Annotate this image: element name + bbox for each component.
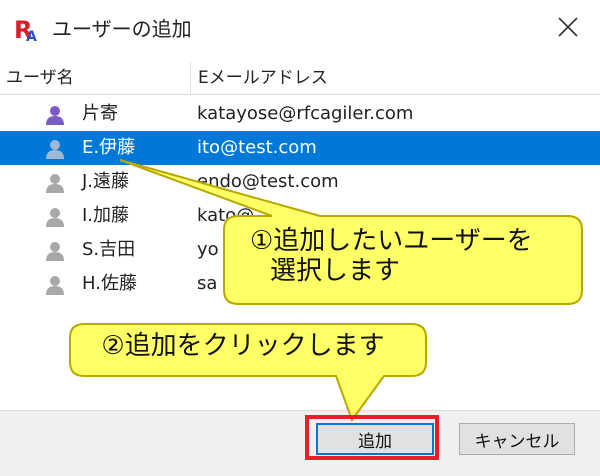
list-header: ユーザ名 Eメールアドレス xyxy=(0,62,600,95)
user-icon xyxy=(46,174,64,193)
user-email: katayose@rfcagiler.com xyxy=(197,103,414,124)
user-name: S.吉田 xyxy=(82,239,136,260)
svg-text:A: A xyxy=(26,29,37,42)
app-logo-icon: R A xyxy=(14,16,37,42)
user-icon xyxy=(46,140,64,159)
user-icon xyxy=(46,276,64,295)
user-name: J.遠藤 xyxy=(82,171,130,192)
column-header-name[interactable]: ユーザ名 xyxy=(6,62,190,94)
list-item[interactable]: 片寄 katayose@rfcagiler.com xyxy=(0,97,600,131)
user-icon xyxy=(46,242,64,261)
user-name: I.加藤 xyxy=(82,205,130,226)
column-divider[interactable] xyxy=(190,62,191,94)
list-item[interactable]: E.伊藤 ito@test.com xyxy=(0,131,600,165)
user-email: sa xyxy=(197,273,218,294)
user-email: yo xyxy=(197,239,219,260)
callout-text-1-line1: ①追加したいユーザーを xyxy=(250,226,533,256)
user-icon xyxy=(46,208,64,227)
add-button-highlight xyxy=(305,415,439,460)
column-header-email[interactable]: Eメールアドレス xyxy=(198,62,578,94)
user-icon xyxy=(46,106,64,125)
user-name: H.佐藤 xyxy=(82,273,137,294)
title-bar: R A ユーザーの追加 xyxy=(0,0,600,54)
user-email: ito@test.com xyxy=(197,137,317,158)
user-name: E.伊藤 xyxy=(82,137,136,158)
cancel-button[interactable]: キャンセル xyxy=(459,423,575,455)
list-item[interactable]: J.遠藤 endo@test.com xyxy=(0,165,600,199)
callout-text-1: ①追加したいユーザーを 選択します xyxy=(228,226,578,286)
user-email: endo@test.com xyxy=(197,171,339,192)
window-title: ユーザーの追加 xyxy=(52,17,192,41)
user-name: 片寄 xyxy=(82,103,118,124)
close-icon xyxy=(558,17,578,37)
close-button[interactable] xyxy=(550,10,586,44)
callout-text-1-line2: 選択します xyxy=(270,256,401,286)
callout-text-2: ②追加をクリックします xyxy=(101,331,385,361)
